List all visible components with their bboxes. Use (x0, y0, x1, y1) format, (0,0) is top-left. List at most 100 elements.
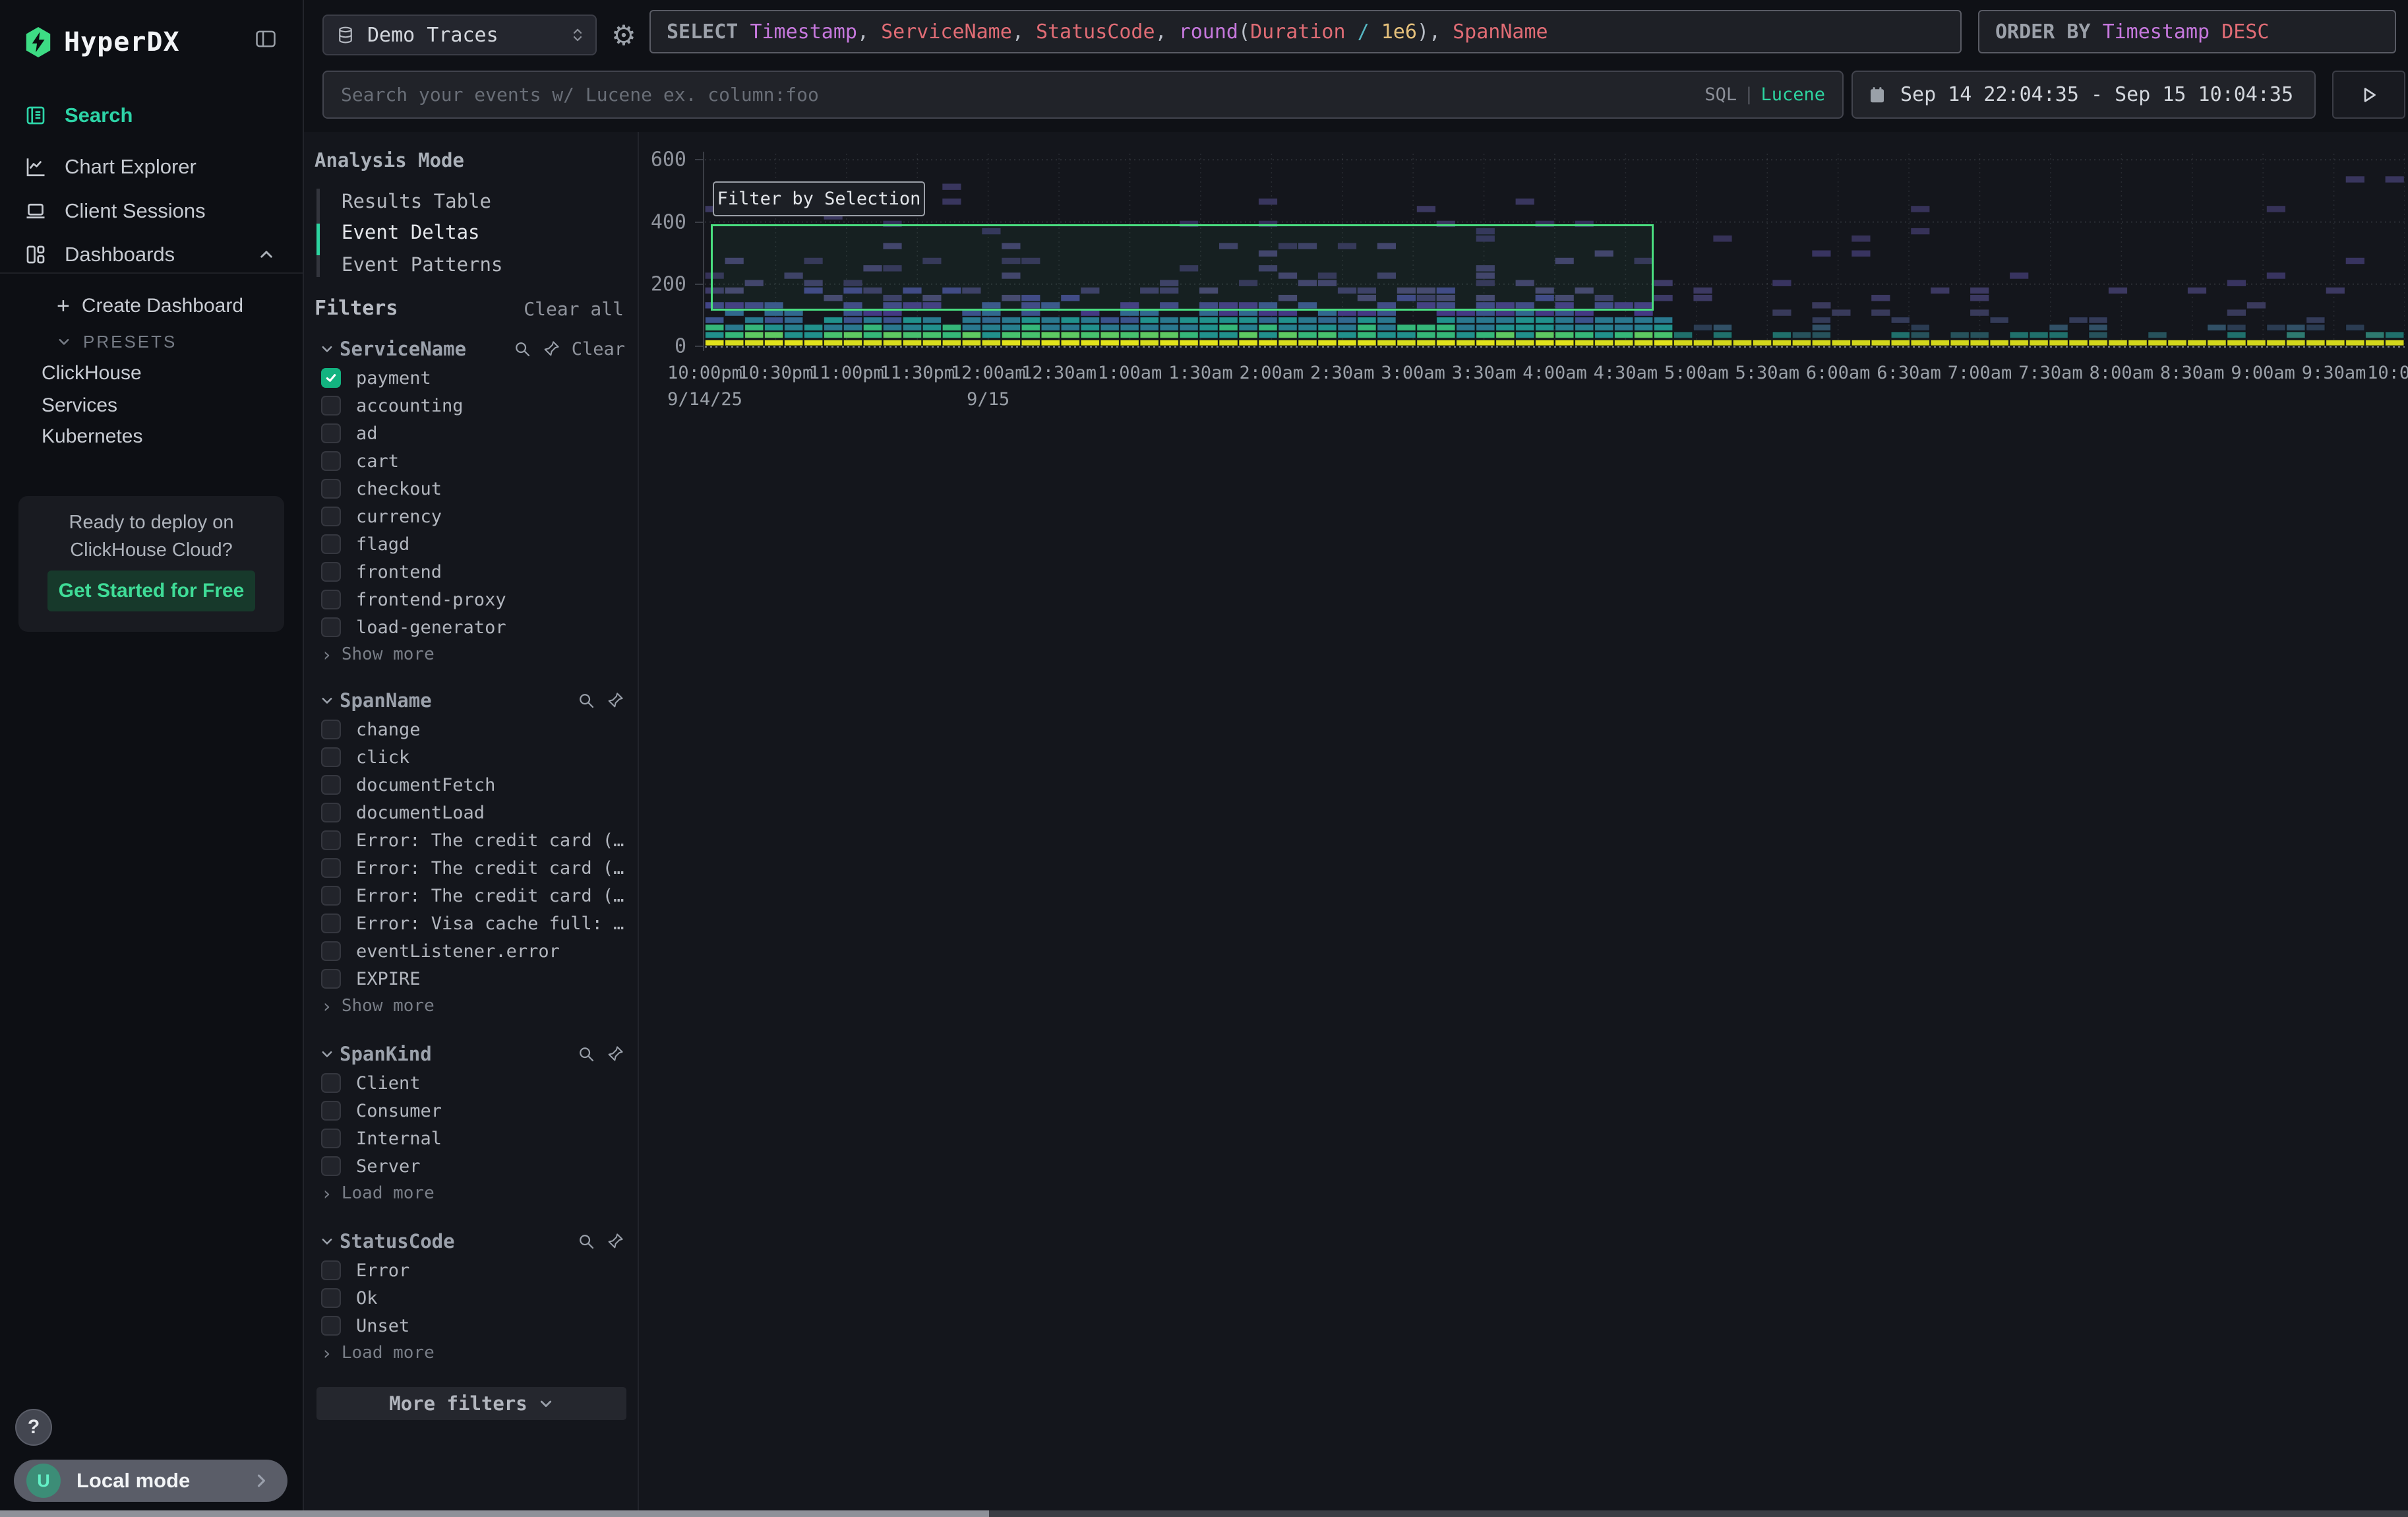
gear-icon[interactable]: ⚙ (604, 15, 644, 55)
chevron-down-icon[interactable] (320, 1047, 334, 1061)
chevron-down-icon[interactable] (320, 1234, 334, 1249)
checkbox[interactable] (321, 858, 341, 878)
more-filters-button[interactable]: More filters (316, 1387, 626, 1420)
pin-icon[interactable] (605, 691, 625, 710)
sidebar-item-chart-explorer[interactable]: Chart Explorer (0, 148, 303, 186)
analysis-mode-event-deltas[interactable]: Event Deltas (342, 217, 480, 247)
filter-option[interactable]: Client (321, 1069, 639, 1097)
checkbox[interactable] (321, 562, 341, 582)
checkbox[interactable] (321, 479, 341, 499)
date-range-picker[interactable]: Sep 14 22:04:35 - Sep 15 10:04:35 (1851, 71, 2316, 119)
filter-option[interactable]: Unset (321, 1312, 639, 1340)
checkbox[interactable] (321, 969, 341, 989)
filter-option[interactable]: EXPIRE (321, 965, 639, 993)
filter-option[interactable]: flagd (321, 530, 639, 558)
filter-option[interactable]: frontend (321, 558, 639, 586)
pin-icon[interactable] (541, 339, 561, 359)
checkbox[interactable] (321, 913, 341, 933)
checkbox[interactable] (321, 1101, 341, 1121)
filter-option[interactable]: documentFetch (321, 771, 639, 799)
get-started-button[interactable]: Get Started for Free (47, 571, 255, 611)
filter-option[interactable]: accounting (321, 392, 639, 419)
search-icon[interactable] (576, 691, 596, 710)
checkbox[interactable] (321, 590, 341, 609)
filter-option[interactable]: frontend-proxy (321, 586, 639, 613)
checkbox[interactable] (321, 617, 341, 637)
filter-option[interactable]: documentLoad (321, 799, 639, 826)
checkbox[interactable] (321, 1129, 341, 1148)
filter-option[interactable]: ad (321, 419, 639, 447)
checkbox[interactable] (321, 368, 341, 388)
checkbox[interactable] (321, 507, 341, 526)
checkbox[interactable] (321, 747, 341, 767)
sidebar-item-services[interactable]: Services (0, 388, 303, 423)
checkbox[interactable] (321, 720, 341, 739)
checkbox[interactable] (321, 886, 341, 906)
analysis-mode-event-patterns[interactable]: Event Patterns (342, 249, 502, 280)
filter-option[interactable]: Error: The credit card (… (321, 826, 639, 854)
chart-selection-rectangle[interactable] (711, 224, 1654, 311)
collapse-sidebar-icon[interactable] (251, 26, 280, 51)
help-button[interactable]: ? (15, 1409, 52, 1446)
checkbox[interactable] (321, 803, 341, 822)
sql-query-input[interactable]: SELECT Timestamp, ServiceName, StatusCod… (649, 10, 1962, 53)
sql-mode-button[interactable]: SQL (1704, 84, 1737, 105)
filter-option[interactable]: Consumer (321, 1097, 639, 1125)
filter-option[interactable]: Error: The credit card (… (321, 882, 639, 910)
search-icon[interactable] (576, 1231, 596, 1251)
chevron-down-icon[interactable] (320, 693, 334, 708)
chevron-down-icon[interactable] (320, 342, 334, 356)
filter-option[interactable]: Server (321, 1152, 639, 1180)
clear-filter-button[interactable]: Clear (572, 339, 625, 359)
order-by-input[interactable]: ORDER BY Timestamp DESC (1978, 10, 2396, 53)
sidebar-item-search[interactable]: Search (0, 96, 303, 135)
checkbox[interactable] (321, 941, 341, 961)
show-more-button[interactable]: ›Load more (321, 1180, 639, 1206)
checkbox[interactable] (321, 830, 341, 850)
clear-all-button[interactable]: Clear all (524, 298, 624, 320)
analysis-mode-results-table[interactable]: Results Table (342, 186, 491, 216)
account-menu[interactable]: U Local mode (14, 1460, 287, 1502)
show-more-button[interactable]: ›Show more (321, 641, 639, 667)
show-more-button[interactable]: ›Load more (321, 1340, 639, 1366)
checkbox[interactable] (321, 1260, 341, 1280)
run-query-button[interactable] (2332, 71, 2405, 119)
checkbox[interactable] (321, 396, 341, 416)
filter-option[interactable]: eventListener.error (321, 937, 639, 965)
horizontal-scrollbar-thumb[interactable] (0, 1510, 989, 1517)
show-more-button[interactable]: ›Show more (321, 993, 639, 1019)
filter-option[interactable]: currency (321, 503, 639, 530)
search-icon[interactable] (576, 1044, 596, 1064)
checkbox[interactable] (321, 534, 341, 554)
filter-option[interactable]: click (321, 743, 639, 771)
checkbox[interactable] (321, 423, 341, 443)
sidebar-item-dashboards[interactable]: Dashboards (0, 235, 303, 274)
filter-option[interactable]: Error (321, 1256, 639, 1284)
filter-option[interactable]: Error: The credit card (… (321, 854, 639, 882)
filter-option[interactable]: Ok (321, 1284, 639, 1312)
filter-option[interactable]: checkout (321, 475, 639, 503)
sidebar-item-clickhouse[interactable]: ClickHouse (0, 356, 303, 390)
lucene-mode-button[interactable]: Lucene (1761, 84, 1825, 105)
checkbox[interactable] (321, 1316, 341, 1336)
presets-toggle[interactable]: PRESETS (0, 325, 303, 359)
create-dashboard-button[interactable]: + Create Dashboard (0, 289, 303, 323)
filter-option[interactable]: cart (321, 447, 639, 475)
sidebar-item-client-sessions[interactable]: Client Sessions (0, 192, 303, 230)
chevron-up-icon[interactable] (258, 246, 275, 263)
filter-by-selection-button[interactable]: Filter by Selection (713, 181, 925, 216)
sidebar-item-kubernetes[interactable]: Kubernetes (0, 419, 303, 454)
filter-option[interactable]: Error: Visa cache full: … (321, 910, 639, 937)
filter-option[interactable]: load-generator (321, 613, 639, 641)
search-icon[interactable] (512, 339, 532, 359)
source-select[interactable]: Demo Traces (322, 15, 597, 55)
filter-option[interactable]: payment (321, 364, 639, 392)
checkbox[interactable] (321, 1073, 341, 1093)
pin-icon[interactable] (605, 1231, 625, 1251)
filter-option[interactable]: change (321, 716, 639, 743)
checkbox[interactable] (321, 775, 341, 795)
checkbox[interactable] (321, 451, 341, 471)
pin-icon[interactable] (605, 1044, 625, 1064)
checkbox[interactable] (321, 1288, 341, 1308)
search-input[interactable]: Search your events w/ Lucene ex. column:… (322, 71, 1844, 119)
